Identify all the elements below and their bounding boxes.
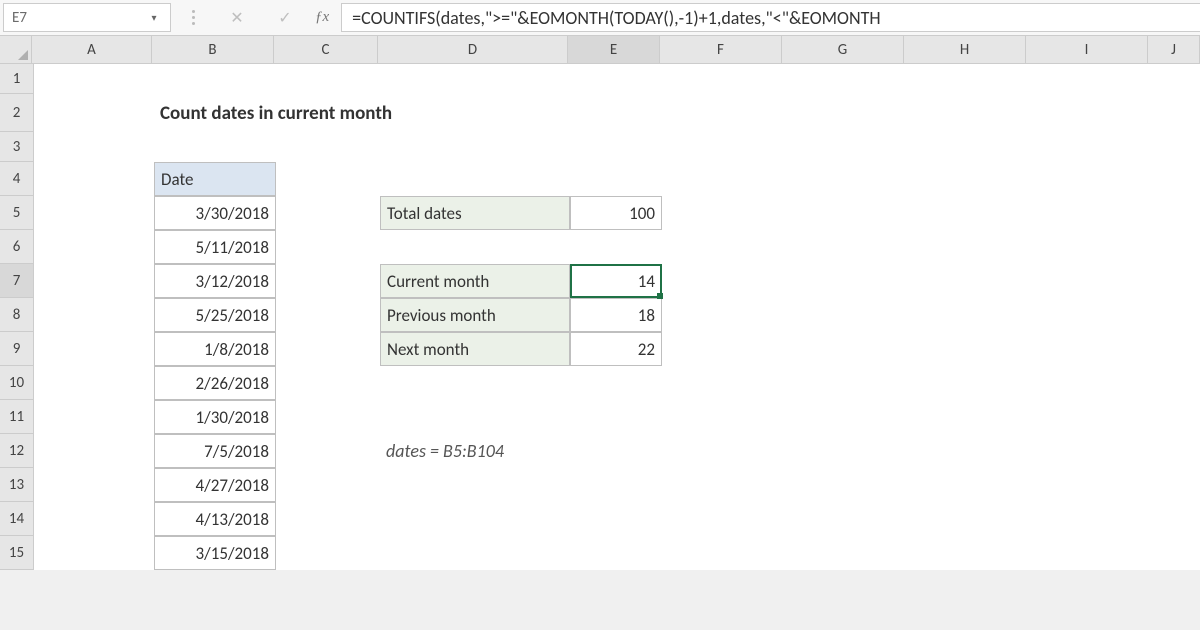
cell-B7[interactable]: 3/12/2018: [154, 264, 276, 298]
table-header-date: Date: [154, 162, 276, 196]
name-box-value: E7: [12, 9, 27, 27]
label-next-month: Next month: [380, 332, 570, 366]
cell-E8[interactable]: 18: [570, 298, 662, 332]
column-headers: ABCDEFGHIJ: [32, 36, 1200, 64]
cell-B12[interactable]: 7/5/2018: [154, 434, 276, 468]
row-header-7[interactable]: 7: [0, 264, 33, 298]
row-header-11[interactable]: 11: [0, 400, 33, 434]
col-header-F[interactable]: F: [660, 36, 782, 63]
row-header-10[interactable]: 10: [0, 366, 33, 400]
col-header-G[interactable]: G: [782, 36, 904, 63]
col-header-A[interactable]: A: [32, 36, 152, 63]
cell-E7[interactable]: 14: [570, 264, 662, 298]
row-header-2[interactable]: 2: [0, 94, 33, 132]
row-header-14[interactable]: 14: [0, 502, 33, 536]
formula-text: =COUNTIFS(dates,">="&EOMONTH(TODAY(),-1)…: [352, 7, 880, 29]
col-header-C[interactable]: C: [274, 36, 378, 63]
cell-B8[interactable]: 5/25/2018: [154, 298, 276, 332]
cell-B15[interactable]: 3/15/2018: [154, 536, 276, 570]
chevron-down-icon[interactable]: ▾: [146, 10, 162, 26]
row-header-8[interactable]: 8: [0, 298, 33, 332]
dots-icon: [189, 10, 197, 25]
row-header-3[interactable]: 3: [0, 132, 33, 162]
label-current-month: Current month: [380, 264, 570, 298]
cancel-icon[interactable]: ✕: [229, 3, 245, 33]
named-range-note: dates = B5:B104: [380, 434, 660, 468]
formula-bar-buttons: ✕ ✓: [171, 0, 311, 35]
cell-E9[interactable]: 22: [570, 332, 662, 366]
cell-B10[interactable]: 2/26/2018: [154, 366, 276, 400]
name-box[interactable]: E7 ▾: [3, 3, 171, 32]
sheet-title: Count dates in current month: [154, 94, 554, 132]
row-header-15[interactable]: 15: [0, 536, 33, 570]
label-total-dates: Total dates: [380, 196, 570, 230]
cell-E5[interactable]: 100: [570, 196, 662, 230]
row-header-13[interactable]: 13: [0, 468, 33, 502]
cell-B14[interactable]: 4/13/2018: [154, 502, 276, 536]
col-header-H[interactable]: H: [904, 36, 1026, 63]
fx-icon[interactable]: ƒx: [311, 0, 341, 35]
col-header-B[interactable]: B: [152, 36, 274, 63]
row-header-12[interactable]: 12: [0, 434, 33, 468]
formula-input[interactable]: =COUNTIFS(dates,">="&EOMONTH(TODAY(),-1)…: [341, 3, 1200, 32]
row-headers: 123456789101112131415: [0, 64, 34, 570]
label-previous-month: Previous month: [380, 298, 570, 332]
cell-B9[interactable]: 1/8/2018: [154, 332, 276, 366]
col-header-J[interactable]: J: [1148, 36, 1200, 63]
grid[interactable]: Count dates in current month Date 3/30/2…: [34, 64, 1200, 570]
select-all-corner[interactable]: [0, 36, 32, 64]
row-header-1[interactable]: 1: [0, 64, 33, 94]
row-header-4[interactable]: 4: [0, 162, 33, 196]
col-header-E[interactable]: E: [568, 36, 660, 63]
formula-bar: E7 ▾ ✕ ✓ ƒx =COUNTIFS(dates,">="&EOMONTH…: [0, 0, 1200, 36]
check-icon[interactable]: ✓: [277, 3, 293, 33]
row-header-6[interactable]: 6: [0, 230, 33, 264]
grid-body: 123456789101112131415 Count dates in cur…: [0, 64, 1200, 570]
cell-B13[interactable]: 4/27/2018: [154, 468, 276, 502]
cell-B6[interactable]: 5/11/2018: [154, 230, 276, 264]
col-header-I[interactable]: I: [1026, 36, 1148, 63]
row-header-5[interactable]: 5: [0, 196, 33, 230]
sheet-headers: ABCDEFGHIJ: [0, 36, 1200, 64]
cell-B11[interactable]: 1/30/2018: [154, 400, 276, 434]
col-header-D[interactable]: D: [378, 36, 568, 63]
cell-B5[interactable]: 3/30/2018: [154, 196, 276, 230]
row-header-9[interactable]: 9: [0, 332, 33, 366]
